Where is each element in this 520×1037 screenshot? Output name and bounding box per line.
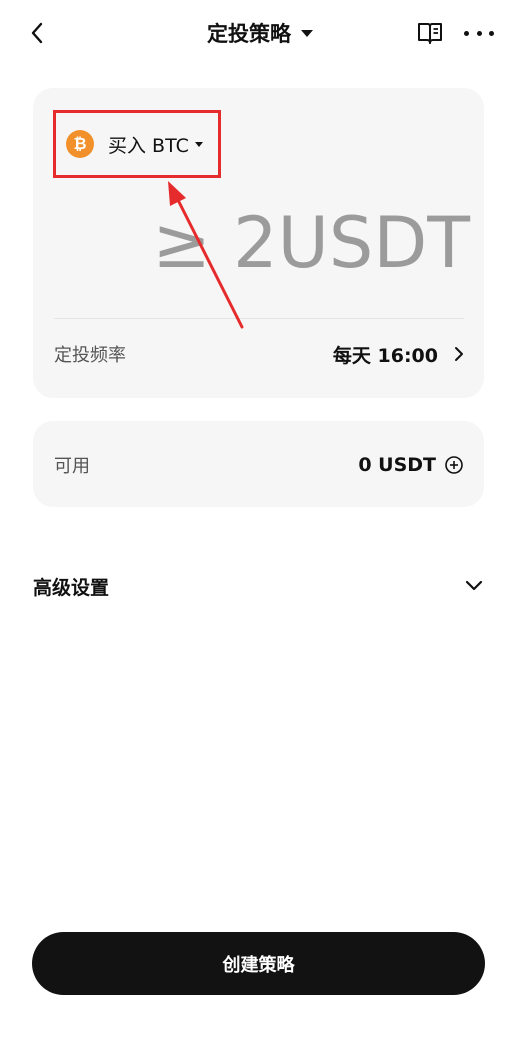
- create-strategy-button[interactable]: 创建策略: [32, 932, 485, 995]
- guide-button[interactable]: [416, 19, 444, 47]
- asset-label: 买入 BTC: [108, 134, 189, 157]
- balance-value: 0 USDT: [358, 454, 436, 476]
- more-horizontal-icon: [464, 30, 469, 36]
- frequency-label: 定投频率: [54, 345, 126, 366]
- balance-row: 可用 0 USDT: [54, 445, 464, 485]
- more-button[interactable]: [464, 22, 494, 44]
- chevron-right-icon: [455, 347, 463, 361]
- page-title: 定投策略: [207, 22, 291, 46]
- book-icon: [418, 23, 442, 44]
- asset-selector[interactable]: ₿ 买入 BTC: [53, 110, 221, 178]
- frequency-row[interactable]: 定投频率 每天 16:00: [54, 334, 464, 374]
- divider: [54, 318, 464, 319]
- caret-down-icon: [301, 29, 313, 37]
- bitcoin-icon: ₿: [66, 130, 94, 158]
- chevron-down-icon: [465, 580, 483, 591]
- plus-circle-icon[interactable]: [444, 455, 464, 475]
- advanced-settings-label: 高级设置: [33, 576, 110, 599]
- frequency-value: 每天 16:00: [332, 344, 438, 367]
- dca-strategy-page: 定投策略 ₿ 买入 BTC ≥ 2USDT 定投频率 每天 16:00 可用 0…: [0, 0, 520, 1037]
- balance-label: 可用: [54, 456, 90, 477]
- amount-input[interactable]: ≥ 2USDT: [120, 198, 470, 288]
- top-bar: 定投策略: [0, 0, 520, 66]
- caret-down-icon: [194, 141, 203, 147]
- advanced-settings-row[interactable]: 高级设置: [33, 566, 484, 606]
